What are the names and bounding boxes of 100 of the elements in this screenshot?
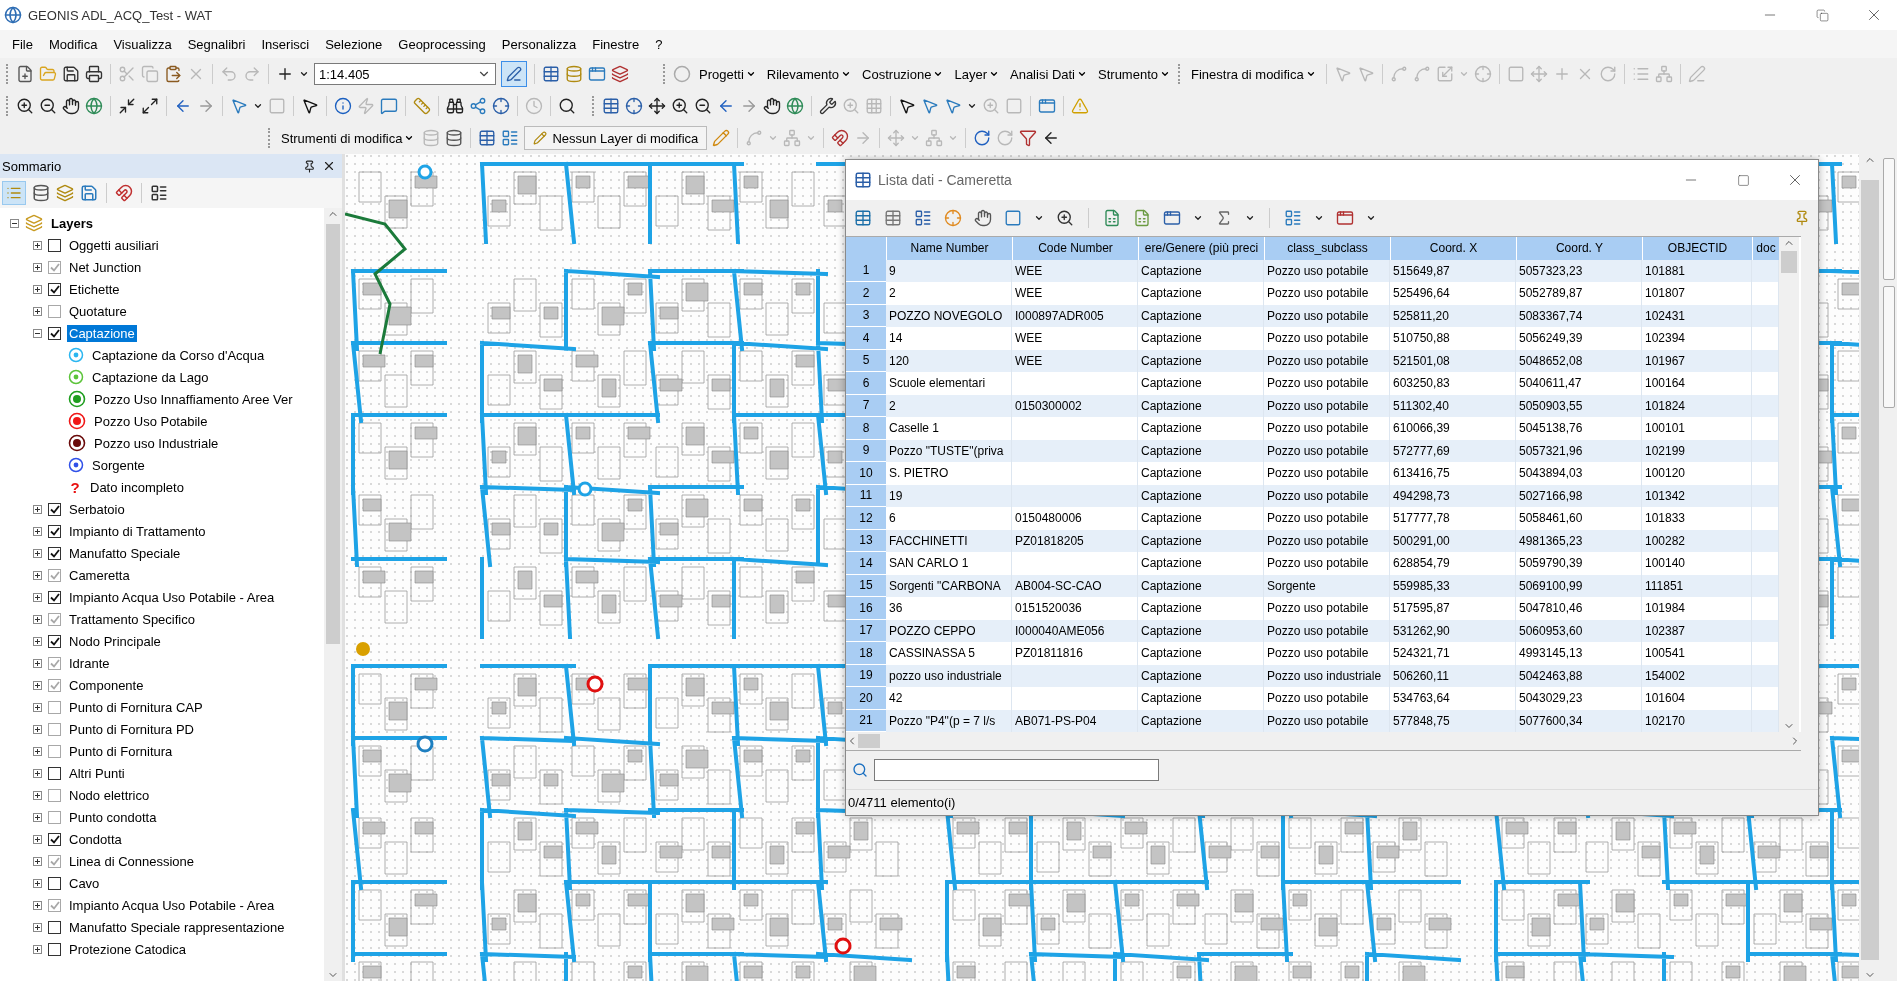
table-row[interactable]: 21 Pozzo "P4"(p = 7 l/s AB071-PS-P04 Captazione Pozzo uso potabile 577848,75 5077600,34 102170 xyxy=(846,709,1779,732)
layer-label[interactable]: Serbatoio xyxy=(67,500,127,518)
layer-label[interactable]: Captazione xyxy=(67,324,137,342)
rotate-icon[interactable] xyxy=(973,129,992,147)
layer-label[interactable]: Nodo Principale xyxy=(67,632,163,650)
caret-icon[interactable] xyxy=(1245,213,1255,223)
move-icon[interactable] xyxy=(648,97,666,115)
table-row[interactable]: 16 36 0151520036 Captazione Pozzo uso potabile 517595,87 5047810,46 101984 xyxy=(846,597,1779,620)
scale-combo[interactable]: 1:14.405 xyxy=(314,63,496,85)
table-row[interactable]: 18 CASSINASSA 5 PZ01811816 Captazione Pozzo uso potabile 524321,71 4993145,13 100541 xyxy=(846,642,1779,665)
expand-icon[interactable] xyxy=(33,614,42,624)
expand-icon[interactable] xyxy=(33,856,42,866)
expand-icon[interactable] xyxy=(33,746,42,756)
table-row[interactable]: 2 2 WEE Captazione Pozzo uso potabile 525496,64 5052789,87 101807 xyxy=(846,282,1779,305)
table-row[interactable]: 6 Scuole elementari Captazione Pozzo uso potabile 603250,83 5040611,47 100164 xyxy=(846,372,1779,395)
table-icon[interactable] xyxy=(542,65,560,83)
layer-label[interactable]: Punto di Fornitura PD xyxy=(67,720,196,738)
xy-icon[interactable] xyxy=(625,97,643,115)
expand-icon[interactable] xyxy=(33,768,42,778)
window-icon[interactable] xyxy=(1163,209,1181,227)
zoom-window-icon[interactable] xyxy=(558,97,576,115)
layer-label[interactable]: Impianto Acqua Uso Potabile - Area xyxy=(67,896,277,914)
select-icon[interactable] xyxy=(230,97,248,115)
dock-tab[interactable] xyxy=(1883,286,1895,408)
pan-icon[interactable] xyxy=(763,97,781,115)
scroll-thumb[interactable] xyxy=(858,734,880,748)
checkbox[interactable] xyxy=(48,876,61,890)
checkbox[interactable] xyxy=(48,810,61,824)
menu-item[interactable]: Selezione xyxy=(317,36,391,52)
pin-icon[interactable] xyxy=(303,159,316,173)
table-icon[interactable] xyxy=(884,209,902,227)
ruler-icon[interactable] xyxy=(413,97,431,115)
editor-tool-button[interactable] xyxy=(501,61,527,87)
zoom-in-icon[interactable] xyxy=(671,97,689,115)
save-icon[interactable] xyxy=(62,65,80,83)
expand-icon[interactable] xyxy=(33,834,42,844)
expand-icon[interactable] xyxy=(33,790,42,800)
caret-icon[interactable] xyxy=(1366,213,1376,223)
expand-icon[interactable] xyxy=(141,97,159,115)
checkbox[interactable] xyxy=(48,898,61,912)
caret-icon[interactable] xyxy=(745,69,756,79)
window-icon[interactable] xyxy=(1336,209,1354,227)
square-icon[interactable] xyxy=(1004,209,1022,227)
column-header[interactable]: ere/Genere (più preci xyxy=(1139,237,1265,260)
expand-icon[interactable] xyxy=(33,284,42,294)
table-row[interactable]: 1 9 WEE Captazione Pozzo uso potabile 515649,87 5057323,23 101881 xyxy=(846,259,1779,282)
expand-icon[interactable] xyxy=(33,724,42,734)
layer-label[interactable]: Net Junction xyxy=(67,258,144,276)
checkbox[interactable] xyxy=(48,788,61,802)
add-data-icon[interactable] xyxy=(276,65,294,83)
checkbox[interactable] xyxy=(48,722,61,736)
table-row[interactable]: 15 Sorgenti "CARBONA AB004-SC-CAO Captazione Sorgente 559985,33 5069100,99 111851 xyxy=(846,574,1779,597)
column-header[interactable]: Code Number xyxy=(1013,237,1139,260)
pencil-icon[interactable] xyxy=(712,129,731,147)
caret-icon[interactable] xyxy=(404,133,415,143)
caret-icon[interactable] xyxy=(841,69,852,79)
new-file-icon[interactable] xyxy=(16,65,34,83)
table-row[interactable]: 9 Pozzo "TUSTE"(priva Captazione Pozzo uso potabile 572777,69 5057321,96 102199 xyxy=(846,439,1779,462)
table-row[interactable]: 7 2 0150300002 Captazione Pozzo uso potabile 511302,40 5050903,55 101824 xyxy=(846,394,1779,417)
menu-item[interactable]: Personalizza xyxy=(493,36,585,52)
layer-label[interactable]: Cavo xyxy=(67,874,102,892)
scrollbar[interactable] xyxy=(324,208,342,981)
globe-icon[interactable] xyxy=(786,97,804,115)
zoom-in-icon[interactable] xyxy=(16,97,34,115)
caret-icon[interactable] xyxy=(1034,213,1044,223)
layer-label[interactable]: Nodo elettrico xyxy=(67,786,152,804)
layer-label[interactable]: Manufatto Speciale rappresentazione xyxy=(67,918,287,936)
expand-icon[interactable] xyxy=(33,504,42,514)
wrench-icon[interactable] xyxy=(819,97,837,115)
warning-icon[interactable] xyxy=(1071,97,1089,115)
dock-tab[interactable] xyxy=(1883,158,1895,280)
database-icon[interactable] xyxy=(445,129,464,147)
scrollbar[interactable] xyxy=(1779,237,1799,732)
menu-item[interactable]: ? xyxy=(647,36,671,52)
database-icon[interactable] xyxy=(565,65,583,83)
menu-item[interactable]: Geoprocessing xyxy=(390,36,494,52)
collapse-icon[interactable] xyxy=(33,328,42,338)
xy-icon[interactable] xyxy=(492,97,510,115)
csv-icon[interactable] xyxy=(1133,209,1151,227)
list-icon[interactable] xyxy=(501,129,520,147)
checkbox[interactable] xyxy=(48,502,61,516)
horizontal-scrollbar[interactable] xyxy=(846,732,1801,751)
layer-label[interactable]: Componente xyxy=(67,676,146,694)
table-row[interactable]: 5 120 WEE Captazione Pozzo uso potabile 521501,08 5048652,08 101967 xyxy=(846,349,1779,372)
zoom-in-icon[interactable] xyxy=(1056,209,1074,227)
expand-icon[interactable] xyxy=(33,702,42,712)
expand-icon[interactable] xyxy=(33,922,42,932)
layer-label[interactable]: Altri Punti xyxy=(67,764,127,782)
checkbox[interactable] xyxy=(48,766,61,780)
toolbar-menu[interactable]: Rilevamento xyxy=(763,64,855,84)
expand-icon[interactable] xyxy=(33,306,42,316)
pointer-icon[interactable] xyxy=(301,97,319,115)
zoom-out-icon[interactable] xyxy=(694,97,712,115)
column-header[interactable]: Coord. Y xyxy=(1517,237,1643,260)
toolbar-menu[interactable]: Progetti xyxy=(696,64,759,84)
layer-label[interactable]: Impianto di Trattamento xyxy=(67,522,208,540)
caret-icon[interactable] xyxy=(989,69,999,79)
layers-icon[interactable] xyxy=(611,65,629,83)
checkbox[interactable] xyxy=(48,744,61,758)
checkbox[interactable] xyxy=(48,568,61,582)
